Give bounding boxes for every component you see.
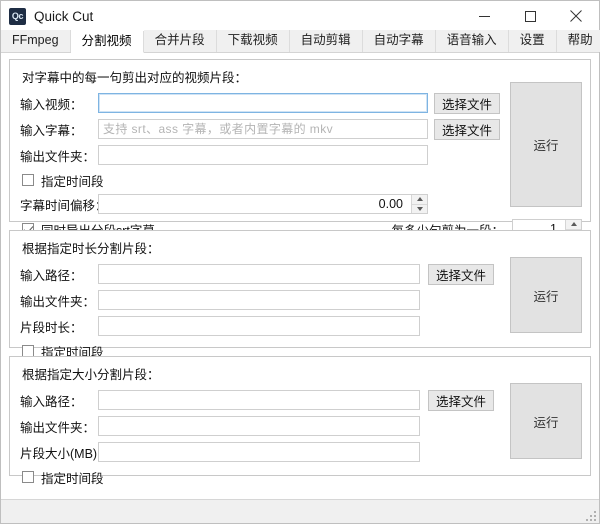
tab-bar: FFmpeg 分割视频 合并片段 下载视频 自动剪辑 自动字幕 语音输入 设置 … xyxy=(1,30,600,53)
tab-auto-edit[interactable]: 自动剪辑 xyxy=(289,30,363,52)
maximize-button[interactable] xyxy=(507,1,553,31)
triangle-down-icon xyxy=(416,206,423,211)
row-input-subtitle: 输入字幕： 选择文件 xyxy=(20,118,582,140)
tab-download-video[interactable]: 下载视频 xyxy=(216,30,290,52)
tab-split-video[interactable]: 分割视频 xyxy=(70,31,144,53)
tab-voice-input[interactable]: 语音输入 xyxy=(435,30,509,52)
row-timerange-1: 指定时间段 xyxy=(20,170,582,190)
checkbox-timerange-3[interactable] xyxy=(22,471,34,483)
label-output-dir-1: 输出文件夹： xyxy=(20,149,96,164)
app-icon-quickcut: Qc xyxy=(9,7,26,25)
group-3-title: 根据指定大小分割片段： xyxy=(22,368,160,382)
tab-settings[interactable]: 设置 xyxy=(508,30,557,52)
input-path-field-2[interactable] xyxy=(98,264,420,284)
label-subtitle-offset: 字幕时间偏移： xyxy=(20,198,108,213)
label-clip-size: 片段大小(MB)： xyxy=(20,446,110,461)
status-bar xyxy=(1,499,599,523)
run-button-subtitle-split[interactable]: 运行 xyxy=(510,82,582,207)
row-input-video: 输入视频： 选择文件 xyxy=(20,92,582,114)
run-button-duration-split[interactable]: 运行 xyxy=(510,257,582,333)
group-2-title: 根据指定时长分割片段： xyxy=(22,242,160,256)
group-1-title: 对字幕中的每一句剪出对应的视频片段： xyxy=(22,71,248,85)
label-timerange-1: 指定时间段 xyxy=(41,174,104,189)
output-dir-field-2[interactable] xyxy=(98,290,420,310)
label-input-subtitle: 输入字幕： xyxy=(20,123,83,138)
input-video-field[interactable] xyxy=(98,93,428,113)
label-clip-duration: 片段时长： xyxy=(20,320,83,335)
clip-duration-field[interactable] xyxy=(98,316,420,336)
label-input-path-2: 输入路径： xyxy=(20,268,83,283)
tab-merge-clips[interactable]: 合并片段 xyxy=(143,30,217,52)
row-timerange-3: 指定时间段 xyxy=(20,467,582,487)
browse-subtitle-button[interactable]: 选择文件 xyxy=(434,118,500,140)
row-clip-duration: 片段时长： xyxy=(20,315,582,337)
triangle-up-icon xyxy=(570,222,577,227)
label-input-video: 输入视频： xyxy=(20,97,83,112)
row-output-dir-1: 输出文件夹： xyxy=(20,144,582,166)
row-output-dir-3: 输出文件夹： xyxy=(20,415,582,437)
label-output-dir-3: 输出文件夹： xyxy=(20,420,96,435)
triangle-up-icon xyxy=(416,197,423,202)
minimize-button[interactable] xyxy=(461,1,507,31)
input-subtitle-field[interactable] xyxy=(98,119,428,139)
spinbox-offset-down-button[interactable] xyxy=(412,205,427,214)
row-input-path-2: 输入路径： 选择文件 xyxy=(20,263,582,285)
label-output-dir-2: 输出文件夹： xyxy=(20,294,96,309)
browse-button-3[interactable]: 选择文件 xyxy=(428,389,494,411)
row-input-path-3: 输入路径： 选择文件 xyxy=(20,389,582,411)
close-icon xyxy=(570,10,582,22)
clip-size-field[interactable] xyxy=(98,442,420,462)
tab-ffmpeg[interactable]: FFmpeg xyxy=(1,30,71,52)
group-size-split: 根据指定大小分割片段： 输入路径： 选择文件 输出文件夹： 片段大小(MB)： … xyxy=(9,356,591,486)
close-button[interactable] xyxy=(553,1,599,31)
output-dir-field-1[interactable] xyxy=(98,145,428,165)
minimize-icon xyxy=(478,15,490,17)
spinbox-subtitle-offset-value: 0.00 xyxy=(378,197,403,211)
checkbox-timerange-1[interactable] xyxy=(22,174,34,186)
run-button-size-split[interactable]: 运行 xyxy=(510,383,582,459)
input-path-field-3[interactable] xyxy=(98,390,420,410)
main-content: 对字幕中的每一句剪出对应的视频片段： 输入视频： 选择文件 输入字幕： 选择文件… xyxy=(1,53,599,499)
browse-video-button[interactable]: 选择文件 xyxy=(434,92,500,114)
tab-help[interactable]: 帮助 xyxy=(556,30,600,52)
spinbox-sentences-up-button[interactable] xyxy=(566,220,581,230)
title-bar: Qc Quick Cut xyxy=(1,1,599,31)
app-window: Qc Quick Cut FFmpeg 分割视频 合并片段 下载视频 自动剪辑 … xyxy=(0,0,600,524)
spinbox-subtitle-offset-buttons xyxy=(411,195,427,213)
window-controls xyxy=(461,1,599,31)
window-title: Quick Cut xyxy=(34,8,94,24)
tab-auto-subtitle[interactable]: 自动字幕 xyxy=(362,30,436,52)
label-input-path-3: 输入路径： xyxy=(20,394,83,409)
row-clip-size: 片段大小(MB)： xyxy=(20,441,582,463)
row-subtitle-offset: 字幕时间偏移： 0.00 xyxy=(20,193,582,215)
group-subtitle-split: 对字幕中的每一句剪出对应的视频片段： 输入视频： 选择文件 输入字幕： 选择文件… xyxy=(9,59,591,239)
label-timerange-3: 指定时间段 xyxy=(41,471,104,486)
group-duration-split: 根据指定时长分割片段： 输入路径： 选择文件 输出文件夹： 片段时长： 指定时间… xyxy=(9,230,591,360)
maximize-icon xyxy=(524,10,536,22)
spinbox-offset-up-button[interactable] xyxy=(412,195,427,205)
output-dir-field-3[interactable] xyxy=(98,416,420,436)
row-output-dir-2: 输出文件夹： xyxy=(20,289,582,311)
browse-button-2[interactable]: 选择文件 xyxy=(428,263,494,285)
resize-grip-icon[interactable] xyxy=(586,511,596,521)
spinbox-subtitle-offset[interactable]: 0.00 xyxy=(98,194,428,214)
